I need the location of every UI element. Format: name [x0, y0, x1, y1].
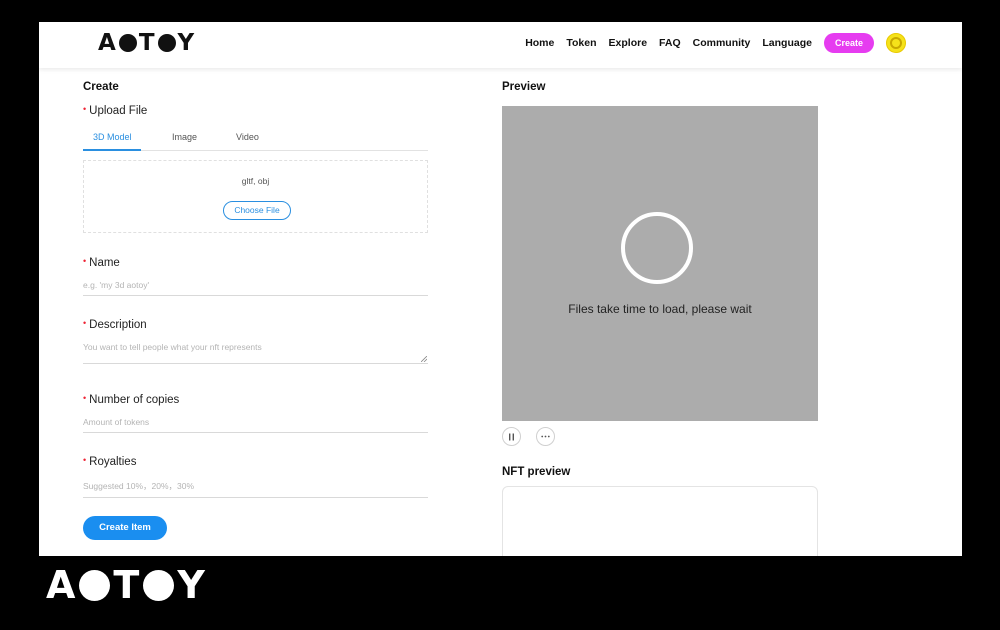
model-preview-canvas[interactable]: Files take time to load, please wait	[502, 106, 818, 421]
brand-dot	[79, 569, 111, 601]
name-label: • Name	[83, 256, 120, 269]
pause-icon	[509, 433, 514, 440]
tab-3d-model[interactable]: 3D Model	[93, 132, 132, 142]
accepted-formats: gltf, obj	[241, 176, 270, 186]
name-label-text: Name	[89, 257, 120, 269]
required-marker: •	[83, 256, 87, 266]
more-icon	[541, 435, 550, 438]
more-options-button[interactable]	[536, 427, 555, 446]
choose-file-button[interactable]: Choose File	[223, 201, 291, 220]
create-heading: Create	[83, 81, 119, 93]
required-marker: •	[83, 104, 87, 114]
nav-community[interactable]: Community	[693, 37, 751, 49]
nav-language[interactable]: Language	[762, 37, 812, 49]
upload-file-label: • Upload File	[83, 104, 147, 117]
nft-preview-card	[502, 486, 818, 556]
create-button[interactable]: Create	[823, 33, 874, 53]
app-window: A T Y Home Token Explore FAQ Community L…	[39, 22, 962, 556]
logo-dot	[157, 34, 176, 52]
brand-dot	[143, 569, 175, 601]
user-avatar-icon	[890, 37, 902, 49]
main-nav: Home Token Explore FAQ Community Languag…	[513, 33, 906, 53]
copies-label-text: Number of copies	[89, 394, 180, 406]
nft-preview-heading: NFT preview	[502, 466, 571, 478]
pause-button[interactable]	[502, 427, 521, 446]
description-label-text: Description	[89, 319, 147, 331]
create-item-button[interactable]: Create Item	[83, 516, 167, 540]
required-marker: •	[83, 318, 87, 328]
upload-type-tabs: 3D Model Image Video	[83, 128, 428, 151]
tab-video[interactable]: Video	[236, 132, 259, 142]
logo-letter-y: Y	[177, 30, 196, 56]
loading-message: Files take time to load, please wait	[568, 302, 752, 316]
royalties-label-text: Royalties	[89, 456, 137, 468]
nav-faq[interactable]: FAQ	[659, 37, 681, 49]
brand-letter-t: T	[113, 563, 141, 607]
aotoy-brand-logo: A T Y	[46, 563, 206, 607]
brand-letter-y: Y	[177, 563, 206, 607]
required-marker: •	[83, 393, 87, 403]
upload-file-text: Upload File	[89, 105, 148, 117]
logo-letter-a: A	[98, 30, 117, 56]
top-navbar: A T Y Home Token Explore FAQ Community L…	[39, 22, 962, 68]
nav-token[interactable]: Token	[566, 37, 596, 49]
nav-home[interactable]: Home	[525, 37, 554, 49]
logo-dot	[118, 34, 137, 52]
loading-spinner-icon	[621, 212, 693, 284]
avatar[interactable]	[886, 33, 906, 53]
active-tab-indicator	[83, 149, 141, 151]
resize-handle-icon[interactable]	[421, 356, 427, 362]
copies-label: • Number of copies	[83, 393, 179, 406]
nav-explore[interactable]: Explore	[609, 37, 648, 49]
logo-letter-t: T	[138, 30, 156, 56]
required-marker: •	[83, 455, 87, 465]
brand-letter-a: A	[46, 563, 77, 607]
preview-heading: Preview	[502, 81, 546, 93]
description-textarea[interactable]: You want to tell people what your nft re…	[83, 342, 428, 364]
description-placeholder: You want to tell people what your nft re…	[83, 342, 262, 352]
file-dropzone[interactable]: gltf, obj Choose File	[83, 160, 428, 233]
copies-input[interactable]: Amount of tokens	[83, 417, 428, 433]
aotoy-logo[interactable]: A T Y	[98, 30, 196, 56]
description-label: • Description	[83, 318, 147, 331]
royalties-label: • Royalties	[83, 455, 136, 468]
royalties-input[interactable]: Suggested 10%，20%，30%	[83, 480, 428, 498]
name-input[interactable]: e.g. 'my 3d aotoy'	[83, 280, 428, 296]
tab-image[interactable]: Image	[172, 132, 197, 142]
